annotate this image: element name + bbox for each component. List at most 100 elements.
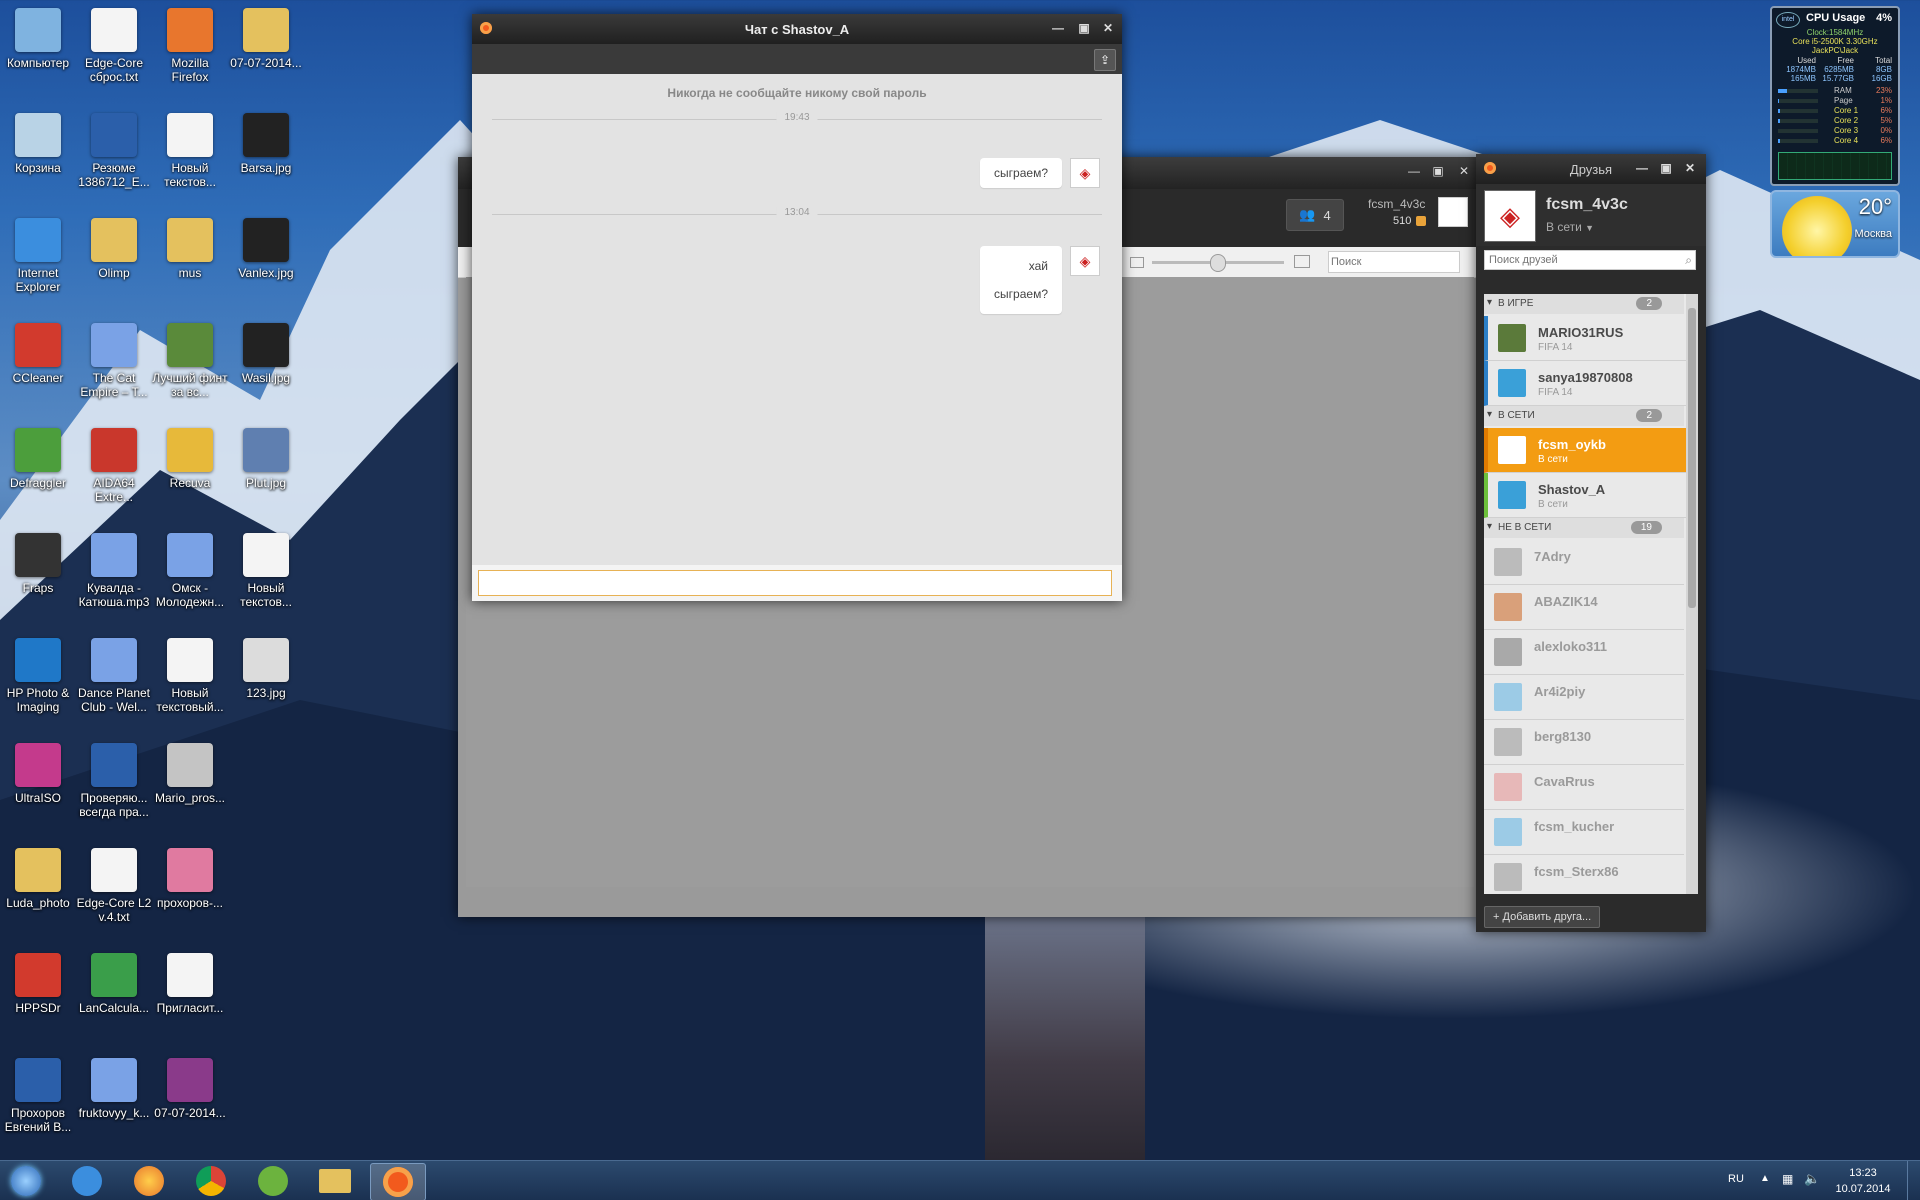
desktop-icon[interactable]: Резюме 1386712_E... bbox=[76, 113, 152, 189]
cpu-bar-value: 5% bbox=[1880, 116, 1892, 125]
weather-gadget[interactable]: 20° Москва bbox=[1770, 190, 1900, 258]
friend-avatar bbox=[1494, 728, 1522, 756]
desktop-icon[interactable]: HP Photo & Imaging bbox=[0, 638, 76, 714]
desktop-icon[interactable]: fruktovyy_k... bbox=[76, 1058, 152, 1120]
desktop-icon[interactable]: Barsa.jpg bbox=[228, 113, 304, 175]
close-icon[interactable]: ✕ bbox=[1100, 21, 1116, 35]
friend-row[interactable]: ABAZIK14 bbox=[1484, 585, 1684, 630]
desktop-icon[interactable]: Luda_photo bbox=[0, 848, 76, 910]
taskbar-chrome[interactable] bbox=[184, 1163, 238, 1199]
friend-row[interactable]: Shastov_A В сети bbox=[1484, 473, 1688, 518]
maximize-icon[interactable]: ▣ bbox=[1658, 161, 1674, 175]
desktop-icon-label: Омск - Молодежн... bbox=[155, 581, 225, 609]
desktop-icon[interactable]: Омск - Молодежн... bbox=[152, 533, 228, 609]
desktop-icon[interactable]: Новый текстовый... bbox=[152, 638, 228, 714]
section-header-offline[interactable]: НЕ В СЕТИ 19 ▾ bbox=[1484, 518, 1684, 538]
desktop-icon[interactable]: Прохоров Евгений В... bbox=[0, 1058, 76, 1134]
friends-count: 4 bbox=[1323, 207, 1331, 223]
desktop-icon[interactable]: 07-07-2014... bbox=[228, 8, 304, 70]
invite-game-button[interactable]: ⇪ bbox=[1094, 49, 1116, 71]
desktop-icon[interactable]: Olimp bbox=[76, 218, 152, 280]
friend-row[interactable]: sanya19870808 FIFA 14 bbox=[1484, 361, 1688, 406]
desktop-icon[interactable]: Новый текстов... bbox=[228, 533, 304, 609]
desktop-icon[interactable]: Edge-Core сброс.txt bbox=[76, 8, 152, 84]
memory-cell: 1874MB bbox=[1786, 65, 1816, 74]
desktop-icon[interactable]: UltraISO bbox=[0, 743, 76, 805]
desktop-icon[interactable]: Recuva bbox=[152, 428, 228, 490]
friend-row[interactable]: MARIO31RUS FIFA 14 bbox=[1484, 316, 1688, 361]
taskbar-ie[interactable] bbox=[60, 1163, 114, 1199]
taskbar-explorer[interactable] bbox=[308, 1163, 362, 1199]
status-dropdown[interactable]: В сети ▼ bbox=[1546, 220, 1594, 234]
large-view-icon[interactable] bbox=[1294, 255, 1310, 268]
desktop-icon[interactable]: Лучший финт за вс... bbox=[152, 323, 228, 399]
memory-cell: 165MB bbox=[1790, 74, 1816, 83]
desktop-icon[interactable]: Internet Explorer bbox=[0, 218, 76, 294]
desktop-icon[interactable]: CCleaner bbox=[0, 323, 76, 385]
friend-row[interactable]: fcsm_kucher bbox=[1484, 810, 1684, 855]
desktop-icon[interactable]: Компьютер bbox=[0, 8, 76, 70]
taskbar-firefox[interactable] bbox=[122, 1163, 176, 1199]
friend-row[interactable]: alexloko311 bbox=[1484, 630, 1684, 675]
taskbar-game-client[interactable] bbox=[370, 1163, 426, 1200]
desktop-icon[interactable]: Mozilla Firefox bbox=[152, 8, 228, 84]
friends-count-button[interactable]: 👥 4 bbox=[1286, 199, 1344, 231]
section-header-ingame[interactable]: В ИГРЕ 2 ▾ bbox=[1484, 294, 1684, 314]
desktop-icon[interactable]: Проверяю... всегда пра... bbox=[76, 743, 152, 819]
main-search-input[interactable] bbox=[1328, 251, 1460, 273]
desktop-icon[interactable]: Mario_pros... bbox=[152, 743, 228, 805]
friend-row[interactable]: Ar4i2piy bbox=[1484, 675, 1684, 720]
language-indicator[interactable]: RU bbox=[1728, 1173, 1744, 1185]
maximize-icon[interactable]: ▣ bbox=[1430, 164, 1446, 178]
desktop-icon[interactable]: Plut.jpg bbox=[228, 428, 304, 490]
chat-message-input[interactable] bbox=[478, 570, 1112, 596]
desktop-icon[interactable]: Vanlex.jpg bbox=[228, 218, 304, 280]
show-hidden-icons[interactable]: ▲ bbox=[1760, 1173, 1770, 1184]
desktop-icon[interactable]: Edge-Core L2 v.4.txt bbox=[76, 848, 152, 924]
minimize-icon[interactable]: — bbox=[1634, 161, 1650, 175]
desktop-icon[interactable]: Dance Planet Club - Wel... bbox=[76, 638, 152, 714]
spartak-avatar[interactable] bbox=[1438, 197, 1468, 227]
desktop-icon[interactable]: Новый текстов... bbox=[152, 113, 228, 189]
start-button[interactable] bbox=[0, 1163, 52, 1199]
desktop-icon[interactable]: LanCalcula... bbox=[76, 953, 152, 1015]
close-icon[interactable]: ✕ bbox=[1682, 161, 1698, 175]
scrollbar-thumb[interactable] bbox=[1688, 308, 1696, 608]
maximize-icon[interactable]: ▣ bbox=[1076, 21, 1092, 35]
desktop-icon[interactable]: Fraps bbox=[0, 533, 76, 595]
volume-icon[interactable]: 🔈 bbox=[1804, 1171, 1820, 1187]
friend-row[interactable]: CavaRrus bbox=[1484, 765, 1684, 810]
desktop-icon[interactable]: 123.jpg bbox=[228, 638, 304, 700]
friend-row[interactable]: fcsm_oykb В сети bbox=[1484, 428, 1688, 473]
desktop-icon[interactable]: Кувалда - Катюша.mp3 bbox=[76, 533, 152, 609]
scrollbar[interactable] bbox=[1686, 294, 1698, 894]
cpu-usage-gadget[interactable]: intel CPU Usage 4% Clock:1584MHz Core i5… bbox=[1770, 6, 1900, 186]
desktop-icon[interactable]: Wasil.jpg bbox=[228, 323, 304, 385]
desktop-icon[interactable]: HPPSDr bbox=[0, 953, 76, 1015]
small-view-icon[interactable] bbox=[1130, 257, 1144, 268]
desktop-icon[interactable]: 07-07-2014... bbox=[152, 1058, 228, 1120]
add-friend-button[interactable]: + Добавить друга... bbox=[1484, 906, 1601, 928]
network-icon[interactable]: ▦ bbox=[1782, 1172, 1793, 1186]
cpu-title: CPU Usage bbox=[1806, 12, 1866, 24]
desktop-icon[interactable]: Defraggler bbox=[0, 428, 76, 490]
clock[interactable]: 13:23 10.07.2014 bbox=[1830, 1165, 1896, 1197]
friends-search-input[interactable] bbox=[1484, 250, 1696, 270]
minimize-icon[interactable]: — bbox=[1050, 21, 1066, 35]
close-icon[interactable]: ✕ bbox=[1456, 164, 1472, 178]
desktop-icon[interactable]: AIDA64 Extre... bbox=[76, 428, 152, 504]
profile-avatar[interactable]: ◈ bbox=[1484, 190, 1536, 242]
taskbar-utorrent[interactable] bbox=[246, 1163, 300, 1199]
friend-row[interactable]: 7Adry bbox=[1484, 540, 1684, 585]
friend-row[interactable]: berg8130 bbox=[1484, 720, 1684, 765]
minimize-icon[interactable]: — bbox=[1406, 164, 1422, 178]
desktop-icon[interactable]: Корзина bbox=[0, 113, 76, 175]
show-desktop-button[interactable] bbox=[1907, 1161, 1920, 1200]
desktop-icon[interactable]: прохоров-... bbox=[152, 848, 228, 910]
zoom-slider-handle[interactable] bbox=[1210, 254, 1226, 272]
desktop-icon[interactable]: Пригласит... bbox=[152, 953, 228, 1015]
section-header-online[interactable]: В СЕТИ 2 ▾ bbox=[1484, 406, 1684, 426]
desktop-icon[interactable]: mus bbox=[152, 218, 228, 280]
desktop-icon[interactable]: The Cat Empire – T... bbox=[76, 323, 152, 399]
friend-row[interactable]: fcsm_Sterx86 bbox=[1484, 855, 1684, 894]
